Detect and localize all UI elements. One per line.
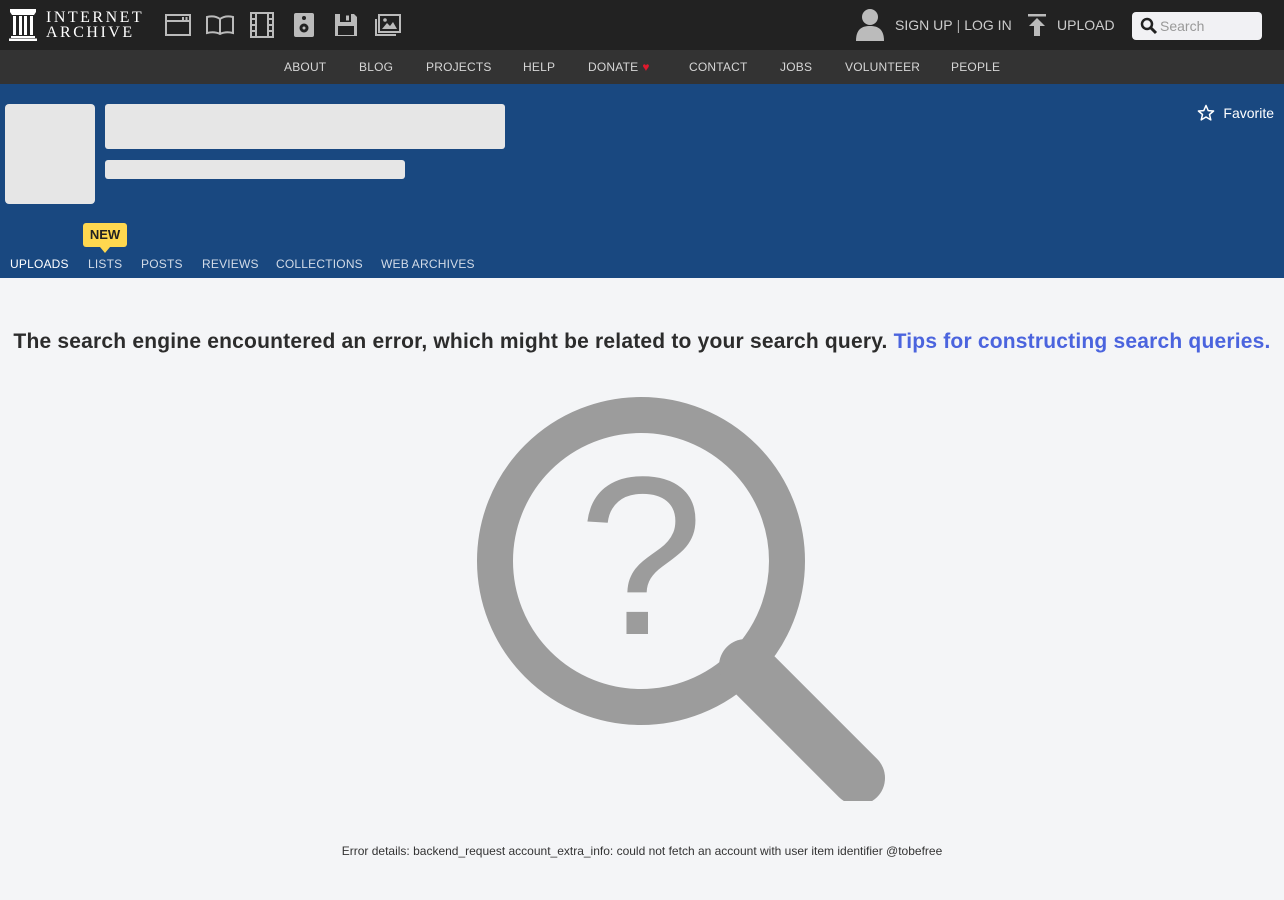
texts-icon[interactable]: [206, 8, 234, 42]
upload-icon: [1028, 14, 1046, 36]
account-title-placeholder: [105, 104, 505, 149]
images-icon[interactable]: [374, 8, 402, 42]
nav-donate[interactable]: DONATE ♥: [588, 60, 650, 74]
nav-help[interactable]: HELP: [523, 60, 555, 74]
tab-web-archives[interactable]: WEB ARCHIVES: [381, 257, 475, 271]
nav-volunteer[interactable]: VOLUNTEER: [845, 60, 920, 74]
svg-text:?: ?: [578, 429, 704, 682]
tab-reviews[interactable]: REVIEWS: [202, 257, 259, 271]
top-bar: INTERNET ARCHIVE SIGN UP | LOG IN UPLOAD…: [0, 0, 1284, 50]
tab-posts[interactable]: POSTS: [141, 257, 183, 271]
logo-line-1: INTERNET: [46, 9, 145, 26]
search-box: [1132, 12, 1262, 40]
audio-icon[interactable]: [290, 8, 318, 42]
search-error-message: The search engine encountered an error, …: [0, 330, 1284, 354]
favorite-button[interactable]: Favorite: [1197, 104, 1274, 122]
favorite-label: Favorite: [1223, 105, 1274, 121]
secondary-nav: ABOUT BLOG PROJECTS HELP DONATE ♥ CONTACT…: [0, 50, 1284, 84]
web-icon[interactable]: [164, 8, 192, 42]
tab-lists[interactable]: LISTS: [88, 257, 122, 271]
search-tips-link[interactable]: Tips for constructing search queries.: [894, 330, 1271, 353]
nav-jobs[interactable]: JOBS: [780, 60, 812, 74]
heart-icon: ♥: [642, 60, 650, 74]
auth-separator: |: [956, 17, 961, 33]
nav-blog[interactable]: BLOG: [359, 60, 393, 74]
avatar-placeholder: [5, 104, 95, 204]
nav-donate-label: DONATE: [588, 60, 639, 74]
error-details: Error details: backend_request account_e…: [341, 844, 943, 858]
tab-collections[interactable]: COLLECTIONS: [276, 257, 363, 271]
upload-label: UPLOAD: [1057, 17, 1115, 33]
nav-about[interactable]: ABOUT: [284, 60, 326, 74]
search-icon[interactable]: [1140, 17, 1158, 35]
search-input[interactable]: [1160, 18, 1256, 34]
internet-archive-logo[interactable]: INTERNET ARCHIVE: [9, 9, 144, 41]
log-in-link[interactable]: LOG IN: [964, 17, 1011, 33]
sign-up-link[interactable]: SIGN UP: [895, 17, 953, 33]
archive-building-icon: [9, 9, 37, 41]
magnifier-question-icon: ?: [477, 397, 885, 801]
new-badge: NEW: [83, 223, 127, 253]
nav-contact[interactable]: CONTACT: [689, 60, 748, 74]
upload-button[interactable]: UPLOAD: [1026, 13, 1115, 37]
nav-people[interactable]: PEOPLE: [951, 60, 1000, 74]
star-icon: [1198, 104, 1215, 121]
nav-projects[interactable]: PROJECTS: [426, 60, 492, 74]
logo-line-2: ARCHIVE: [46, 24, 135, 41]
video-icon[interactable]: [248, 8, 276, 42]
user-avatar-icon[interactable]: [855, 8, 885, 42]
account-header: Favorite NEW UPLOADS LISTS POSTS REVIEWS…: [0, 84, 1284, 278]
tab-uploads[interactable]: UPLOADS: [10, 257, 69, 271]
error-text: The search engine encountered an error, …: [13, 330, 888, 353]
software-icon[interactable]: [332, 8, 360, 42]
account-subtitle-placeholder: [105, 160, 405, 179]
